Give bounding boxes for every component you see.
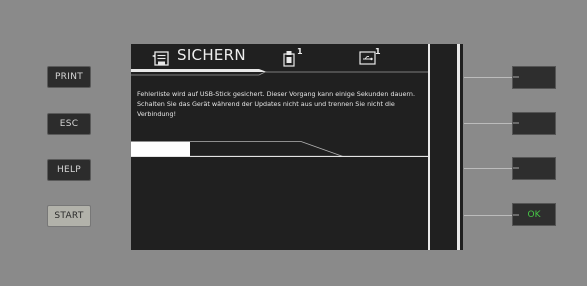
display-screen: SICHERN 1 1 Fehlerliste wird auf USB-Sti… xyxy=(131,44,463,250)
softkey-tick-2 xyxy=(513,122,519,124)
scrollbar-track xyxy=(457,44,460,250)
usb-connection-icon xyxy=(359,51,376,65)
progress-fill xyxy=(131,142,190,156)
softkey-tick-ok xyxy=(513,214,519,216)
softkey-connector-ok xyxy=(464,215,512,216)
progress-bar xyxy=(131,141,428,157)
softkey-connector-3 xyxy=(464,168,512,169)
softkey-connector-1 xyxy=(464,77,512,78)
esc-button[interactable]: ESC xyxy=(47,113,91,135)
screen-title: SICHERN xyxy=(177,46,246,64)
usb-count-badge: 1 xyxy=(297,47,303,56)
softkey-connector-2 xyxy=(464,123,512,124)
softkey-tick-3 xyxy=(513,167,519,169)
softkey-tick-1 xyxy=(513,76,519,78)
ok-label: OK xyxy=(527,209,541,220)
save-list-icon xyxy=(152,51,169,66)
start-button[interactable]: START xyxy=(47,205,91,227)
divider-line xyxy=(428,44,430,250)
print-button[interactable]: PRINT xyxy=(47,66,91,88)
stick-count-badge: 1 xyxy=(375,47,381,56)
header-divider xyxy=(131,69,428,76)
help-button[interactable]: HELP xyxy=(47,159,91,181)
status-message: Fehlerliste wird auf USB-Stick gesichert… xyxy=(137,90,415,118)
usb-stick-icon xyxy=(283,51,295,67)
